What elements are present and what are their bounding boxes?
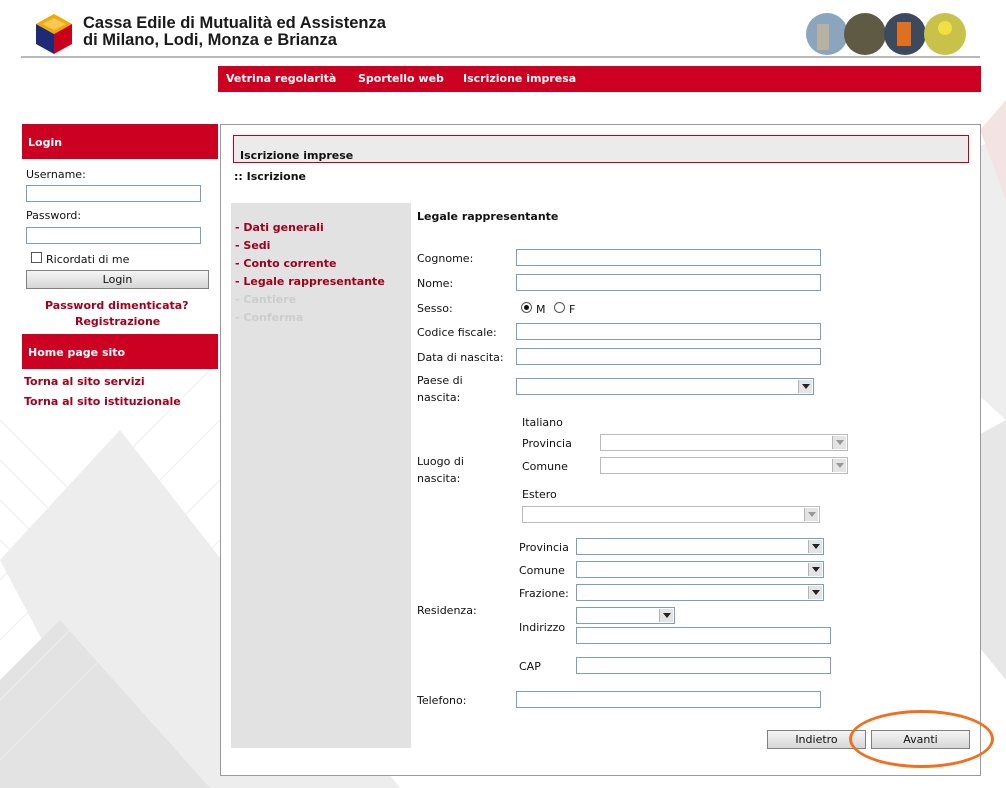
link-torna-sito-servizi[interactable]: Torna al sito servizi [24,375,145,388]
chevron-down-icon [832,436,846,449]
residenza-provincia-select[interactable] [576,538,824,555]
step-conferma: - Conferma [235,311,304,324]
link-torna-sito-istituzionale[interactable]: Torna al sito istituzionale [24,395,181,408]
luogo-nascita-label: Luogo di nascita: [417,453,464,487]
organization-title-line1: Cassa Edile di Mutualità ed Assistenza [83,14,386,32]
luogo-nascita-label-line1: Luogo di [417,455,464,468]
paese-nascita-label-line2: nascita: [417,391,461,404]
cognome-label: Cognome: [417,252,474,265]
residenza-provincia-label: Provincia [519,541,569,554]
italiano-label: Italiano [522,416,563,429]
sesso-m-radio[interactable] [521,302,532,313]
step-legale-rappresentante[interactable]: - Legale rappresentante [235,275,385,288]
residenza-comune-select[interactable] [576,561,824,578]
indirizzo-type-select[interactable] [576,607,675,624]
nav-sportello-web[interactable]: Sportello web [358,72,444,85]
telefono-label: Telefono: [417,694,467,707]
frazione-label: Frazione: [519,587,569,600]
chevron-down-icon [808,586,822,599]
password-label: Password: [26,209,82,222]
nascita-comune-label: Comune [522,460,568,473]
username-label: Username: [26,168,86,181]
remember-me-checkbox[interactable] [31,252,42,263]
sesso-label: Sesso: [417,302,453,315]
codice-fiscale-field[interactable] [516,323,821,340]
back-button[interactable]: Indietro [767,730,866,749]
nascita-comune-select[interactable] [600,457,848,474]
nome-label: Nome: [417,277,454,290]
login-button[interactable]: Login [26,270,209,289]
sesso-f-label: F [569,303,576,316]
paese-nascita-label: Paese di nascita: [417,372,463,406]
organization-title-line2: di Milano, Lodi, Monza e Brianza [83,31,337,49]
estero-label: Estero [522,488,557,501]
cassa-edile-logo [36,14,72,54]
data-nascita-label: Data di nascita: [417,351,504,364]
forgot-password-link[interactable]: Password dimenticata? [45,299,189,312]
chevron-down-icon [804,508,818,521]
residenza-label: Residenza: [417,604,477,617]
username-field[interactable] [26,185,201,202]
sesso-m-label: M [536,303,546,316]
indirizzo-label: Indirizzo [519,621,566,634]
luogo-nascita-label-line2: nascita: [417,472,461,485]
remember-me-label: Ricordati di me [46,253,130,266]
breadcrumb: :: Iscrizione [234,170,307,183]
nascita-estero-select[interactable] [522,506,820,523]
cap-label: CAP [519,660,541,673]
nav-iscrizione-impresa[interactable]: Iscrizione impresa [463,72,576,85]
step-cantiere: - Cantiere [235,293,297,306]
panel-title: Iscrizione imprese [233,135,969,163]
chevron-down-icon [808,540,822,553]
chevron-down-icon [808,563,822,576]
nav-vetrina-regolarita[interactable]: Vetrina regolarità [226,72,336,85]
cap-field[interactable] [576,657,831,674]
codice-fiscale-label: Codice fiscale: [417,326,497,339]
cognome-field[interactable] [516,249,821,266]
next-button[interactable]: Avanti [871,730,970,749]
step-conto-corrente[interactable]: - Conto corrente [235,257,336,270]
paese-nascita-select[interactable] [516,378,814,395]
top-navigation-bar: Vetrina regolarità Sportello web Iscrizi… [218,66,981,92]
nascita-provincia-label: Provincia [522,437,572,450]
login-heading: Login [22,124,218,159]
chevron-down-icon [659,609,673,622]
section-title: Legale rappresentante [417,210,559,223]
header-photo-strip [806,13,966,55]
step-dati-generali[interactable]: - Dati generali [235,221,324,234]
nome-field[interactable] [516,274,821,291]
sesso-f-radio[interactable] [554,302,565,313]
registration-link[interactable]: Registrazione [75,315,160,328]
step-sedi[interactable]: - Sedi [235,239,270,252]
chevron-down-icon [798,380,812,393]
header-divider [21,56,980,58]
organization-title: Cassa Edile di Mutualità ed Assistenza d… [83,15,386,49]
frazione-select[interactable] [576,584,824,601]
password-field[interactable] [26,227,201,244]
residenza-comune-label: Comune [519,564,565,577]
nascita-provincia-select[interactable] [600,434,848,451]
paese-nascita-label-line1: Paese di [417,374,463,387]
data-nascita-field[interactable] [516,348,821,365]
telefono-field[interactable] [516,691,821,708]
home-page-heading: Home page sito [22,334,218,369]
indirizzo-field[interactable] [576,627,831,644]
chevron-down-icon [832,459,846,472]
